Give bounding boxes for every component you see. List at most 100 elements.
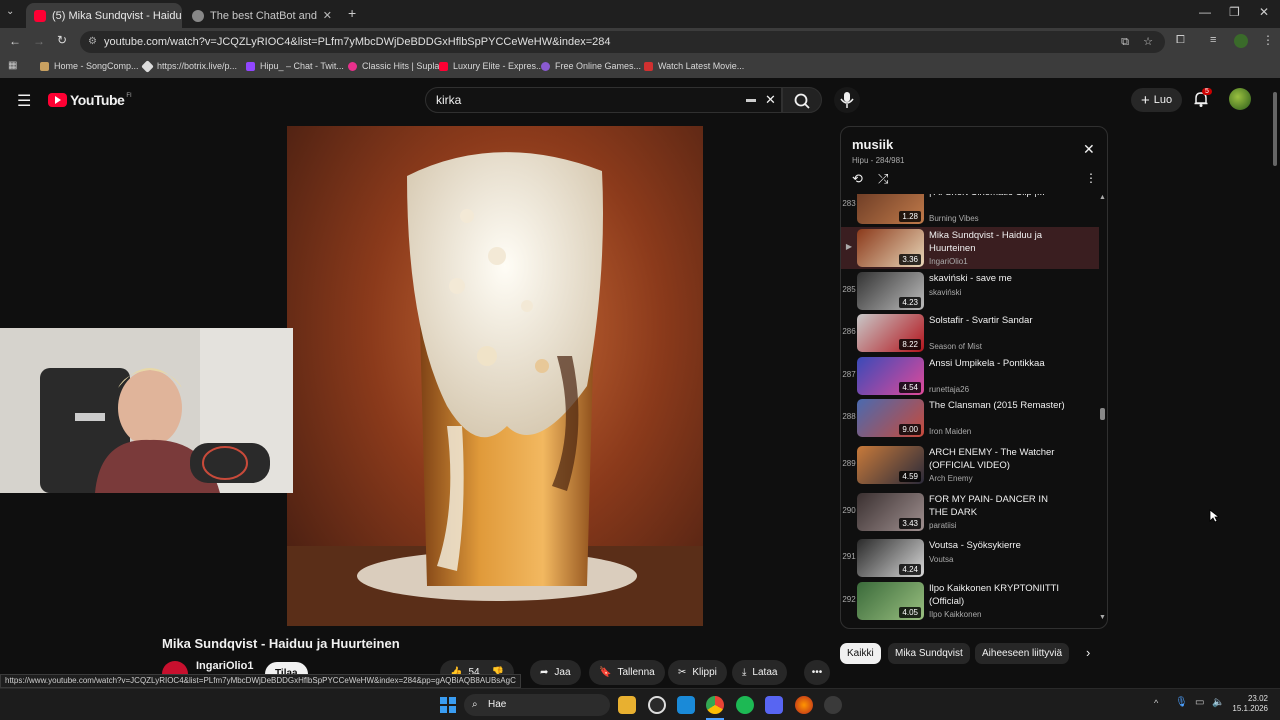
clear-search-icon[interactable]: ✕ [765, 88, 776, 112]
playlist-item[interactable]: 290 3.43 FOR MY PAIN- DANCER IN THE DARK pa… [841, 491, 1099, 533]
playlist-item[interactable]: 292 4.05 Ilpo Kaikkonen KRYPTONIITTI (Offi… [841, 580, 1099, 622]
mic-tray-icon[interactable]: 🎙 [1175, 697, 1188, 708]
playlist-item-title[interactable]: | AI Short Cinematic Clip |... [929, 194, 1069, 199]
bookmark-item[interactable]: https://botrix.live/p... [141, 59, 237, 73]
guide-menu-icon[interactable]: ☰ [17, 91, 31, 111]
new-tab-button[interactable]: + [348, 5, 356, 21]
playlist-item-thumbnail[interactable]: 3.36 [857, 229, 924, 267]
bookmark-item[interactable]: Hipu_ – Chat - Twit... [246, 61, 344, 71]
tab-close-icon[interactable]: ✕ [323, 9, 332, 22]
playlist-item-thumbnail[interactable]: 4.23 [857, 272, 924, 310]
more-actions-button[interactable]: ••• [804, 660, 830, 685]
bookmark-item[interactable]: Home - SongComp... [40, 61, 139, 71]
save-button[interactable]: 🔖 Tallenna [589, 660, 665, 685]
scroll-down-icon[interactable]: ▼ [1099, 614, 1106, 621]
back-icon[interactable]: ← [9, 34, 21, 48]
tray-overflow-icon[interactable]: ^ [1154, 698, 1158, 708]
playlist-item[interactable]: 291 4.24 Voutsa - Syöksykierre Voutsa [841, 537, 1099, 579]
playlist-item-title[interactable]: skaviński - save me [929, 272, 1069, 285]
address-bar[interactable]: ⚙ youtube.com/watch?v=JCQZLyRIOC4&list=P… [80, 31, 1165, 53]
tab-chatbot[interactable]: The best ChatBot and Widgets f ✕ [184, 3, 340, 28]
settings-gear-icon[interactable] [824, 696, 842, 714]
tab-search-icon[interactable]: ⌄ [6, 6, 14, 17]
firefox-icon[interactable] [795, 696, 813, 714]
spotify-icon[interactable] [736, 696, 754, 714]
playlist-item[interactable]: 287 4.54 Anssi Umpikela - Pontikkaa runetta… [841, 355, 1099, 397]
playlist-item-current[interactable]: ▶ 3.36 Mika Sundqvist - Haiduu ja Huurtein… [841, 227, 1099, 269]
bookmark-star-icon[interactable]: ☆ [1143, 31, 1153, 53]
playlist-item-title[interactable]: The Clansman (2015 Remaster) [929, 399, 1069, 412]
playlist-item-thumbnail[interactable]: 4.54 [857, 357, 924, 395]
close-window-icon[interactable]: ✕ [1259, 5, 1269, 19]
chrome-icon[interactable] [706, 696, 724, 714]
reload-icon[interactable]: ↻ [57, 33, 67, 47]
close-playlist-icon[interactable]: ✕ [1083, 141, 1095, 158]
video-player[interactable] [287, 126, 703, 626]
restore-icon[interactable]: ❐ [1229, 5, 1240, 19]
download-button[interactable]: ⤓ Lataa [732, 660, 788, 685]
profile-avatar[interactable] [1234, 34, 1248, 48]
bookmark-item[interactable]: Classic Hits | Supla [348, 61, 439, 71]
edge-icon[interactable] [677, 696, 695, 714]
playlist-menu-icon[interactable]: ⋮ [1085, 171, 1097, 185]
bookmark-item[interactable]: Watch Latest Movie... [644, 61, 744, 71]
apps-grid-icon[interactable]: ▦ [8, 60, 17, 71]
playlist-scroll-thumb[interactable] [1100, 408, 1105, 420]
shuffle-icon[interactable]: ⤮ [878, 171, 888, 187]
playlist-scrollbar[interactable]: ▲ ▼ [1099, 194, 1107, 624]
chip-artist[interactable]: Mika Sundqvist [888, 643, 970, 664]
playlist-item-title[interactable]: Anssi Umpikela - Pontikkaa [929, 357, 1069, 370]
chips-next-icon[interactable]: › [1086, 645, 1090, 660]
display-icon[interactable]: ▭ [1195, 697, 1204, 708]
channel-name[interactable]: IngariOlio1 [196, 660, 253, 672]
share-button[interactable]: ➦ Jaa [530, 660, 581, 685]
playlist-item-thumbnail[interactable]: 4.24 [857, 539, 924, 577]
cast-icon[interactable]: ⧉ [1121, 31, 1129, 53]
playlist-item[interactable]: 289 4.59 ARCH ENEMY - The Watcher (OFFICIA… [841, 444, 1099, 486]
playlist-item-title[interactable]: FOR MY PAIN- DANCER IN THE DARK [929, 493, 1069, 519]
voice-search-button[interactable] [834, 87, 860, 113]
create-button[interactable]: + Luo [1131, 88, 1183, 112]
search-button[interactable] [782, 87, 822, 113]
playlist-item-thumbnail[interactable]: 4.05 [857, 582, 924, 620]
obs-icon[interactable] [648, 696, 666, 714]
keyboard-icon[interactable]: ▬ [746, 88, 756, 112]
playlist-item-title[interactable]: Solstafir - Svartir Sandar [929, 314, 1069, 327]
playlist-item-thumbnail[interactable]: 9.00 [857, 399, 924, 437]
taskbar-search[interactable]: ⌕ Hae [464, 694, 610, 716]
bookmark-item[interactable]: Free Online Games... [541, 61, 641, 71]
playlist-item-thumbnail[interactable]: 1.28 [857, 194, 924, 224]
discord-icon[interactable] [765, 696, 783, 714]
playlist-item-thumbnail[interactable]: 3.43 [857, 493, 924, 531]
start-windows-icon[interactable] [440, 697, 456, 713]
file-explorer-icon[interactable] [618, 696, 636, 714]
playlist-item[interactable]: 286 8.22 Solstafir - Svartir Sandar Season … [841, 312, 1099, 354]
bookmark-item[interactable]: Luxury Elite - Expres... [439, 61, 544, 71]
playlist-item[interactable]: 283 1.28 | AI Short Cinematic Clip |... Bur… [841, 194, 1099, 226]
search-input[interactable]: kirka ▬ ✕ [425, 87, 782, 113]
forward-icon[interactable]: → [33, 34, 45, 48]
taskbar-clock[interactable]: 23.02 15.1.2026 [1228, 694, 1268, 714]
loop-icon[interactable]: ⟲ [852, 171, 863, 187]
extensions-icon[interactable]: ⧠ [1176, 34, 1185, 47]
scroll-up-icon[interactable]: ▲ [1099, 194, 1106, 201]
playlist-item-thumbnail[interactable]: 8.22 [857, 314, 924, 352]
clip-button[interactable]: ✂ Klippi [668, 660, 727, 685]
playlist-item-title[interactable]: Ilpo Kaikkonen KRYPTONIITTI (Official) [929, 582, 1069, 608]
minimize-icon[interactable]: — [1199, 5, 1211, 19]
page-scrollbar[interactable] [1270, 80, 1280, 688]
playlist-item[interactable]: 285 4.23 skaviński - save me skaviński [841, 270, 1099, 312]
chip-related[interactable]: Aiheeseen liittyviä [975, 643, 1070, 664]
playlist-item-title[interactable]: Mika Sundqvist - Haiduu ja Huurteinen [929, 229, 1069, 255]
browser-menu-icon[interactable]: ⋮ [1262, 33, 1274, 47]
reading-list-icon[interactable]: ≡ [1210, 34, 1216, 46]
chip-all[interactable]: Kaikki [840, 643, 881, 664]
scrollbar-thumb[interactable] [1273, 92, 1277, 166]
playlist-item-title[interactable]: Voutsa - Syöksykierre [929, 539, 1069, 552]
volume-icon[interactable]: 🔈 [1212, 697, 1224, 708]
tab-youtube[interactable]: (5) Mika Sundqvist - Haidu 🔊 ✕ [26, 3, 182, 28]
playlist-item-thumbnail[interactable]: 4.59 [857, 446, 924, 484]
playlist-item-title[interactable]: ARCH ENEMY - The Watcher (OFFICIAL VIDEO… [929, 446, 1069, 472]
account-avatar[interactable] [1229, 88, 1251, 110]
site-info-icon[interactable]: ⚙ [88, 31, 97, 53]
